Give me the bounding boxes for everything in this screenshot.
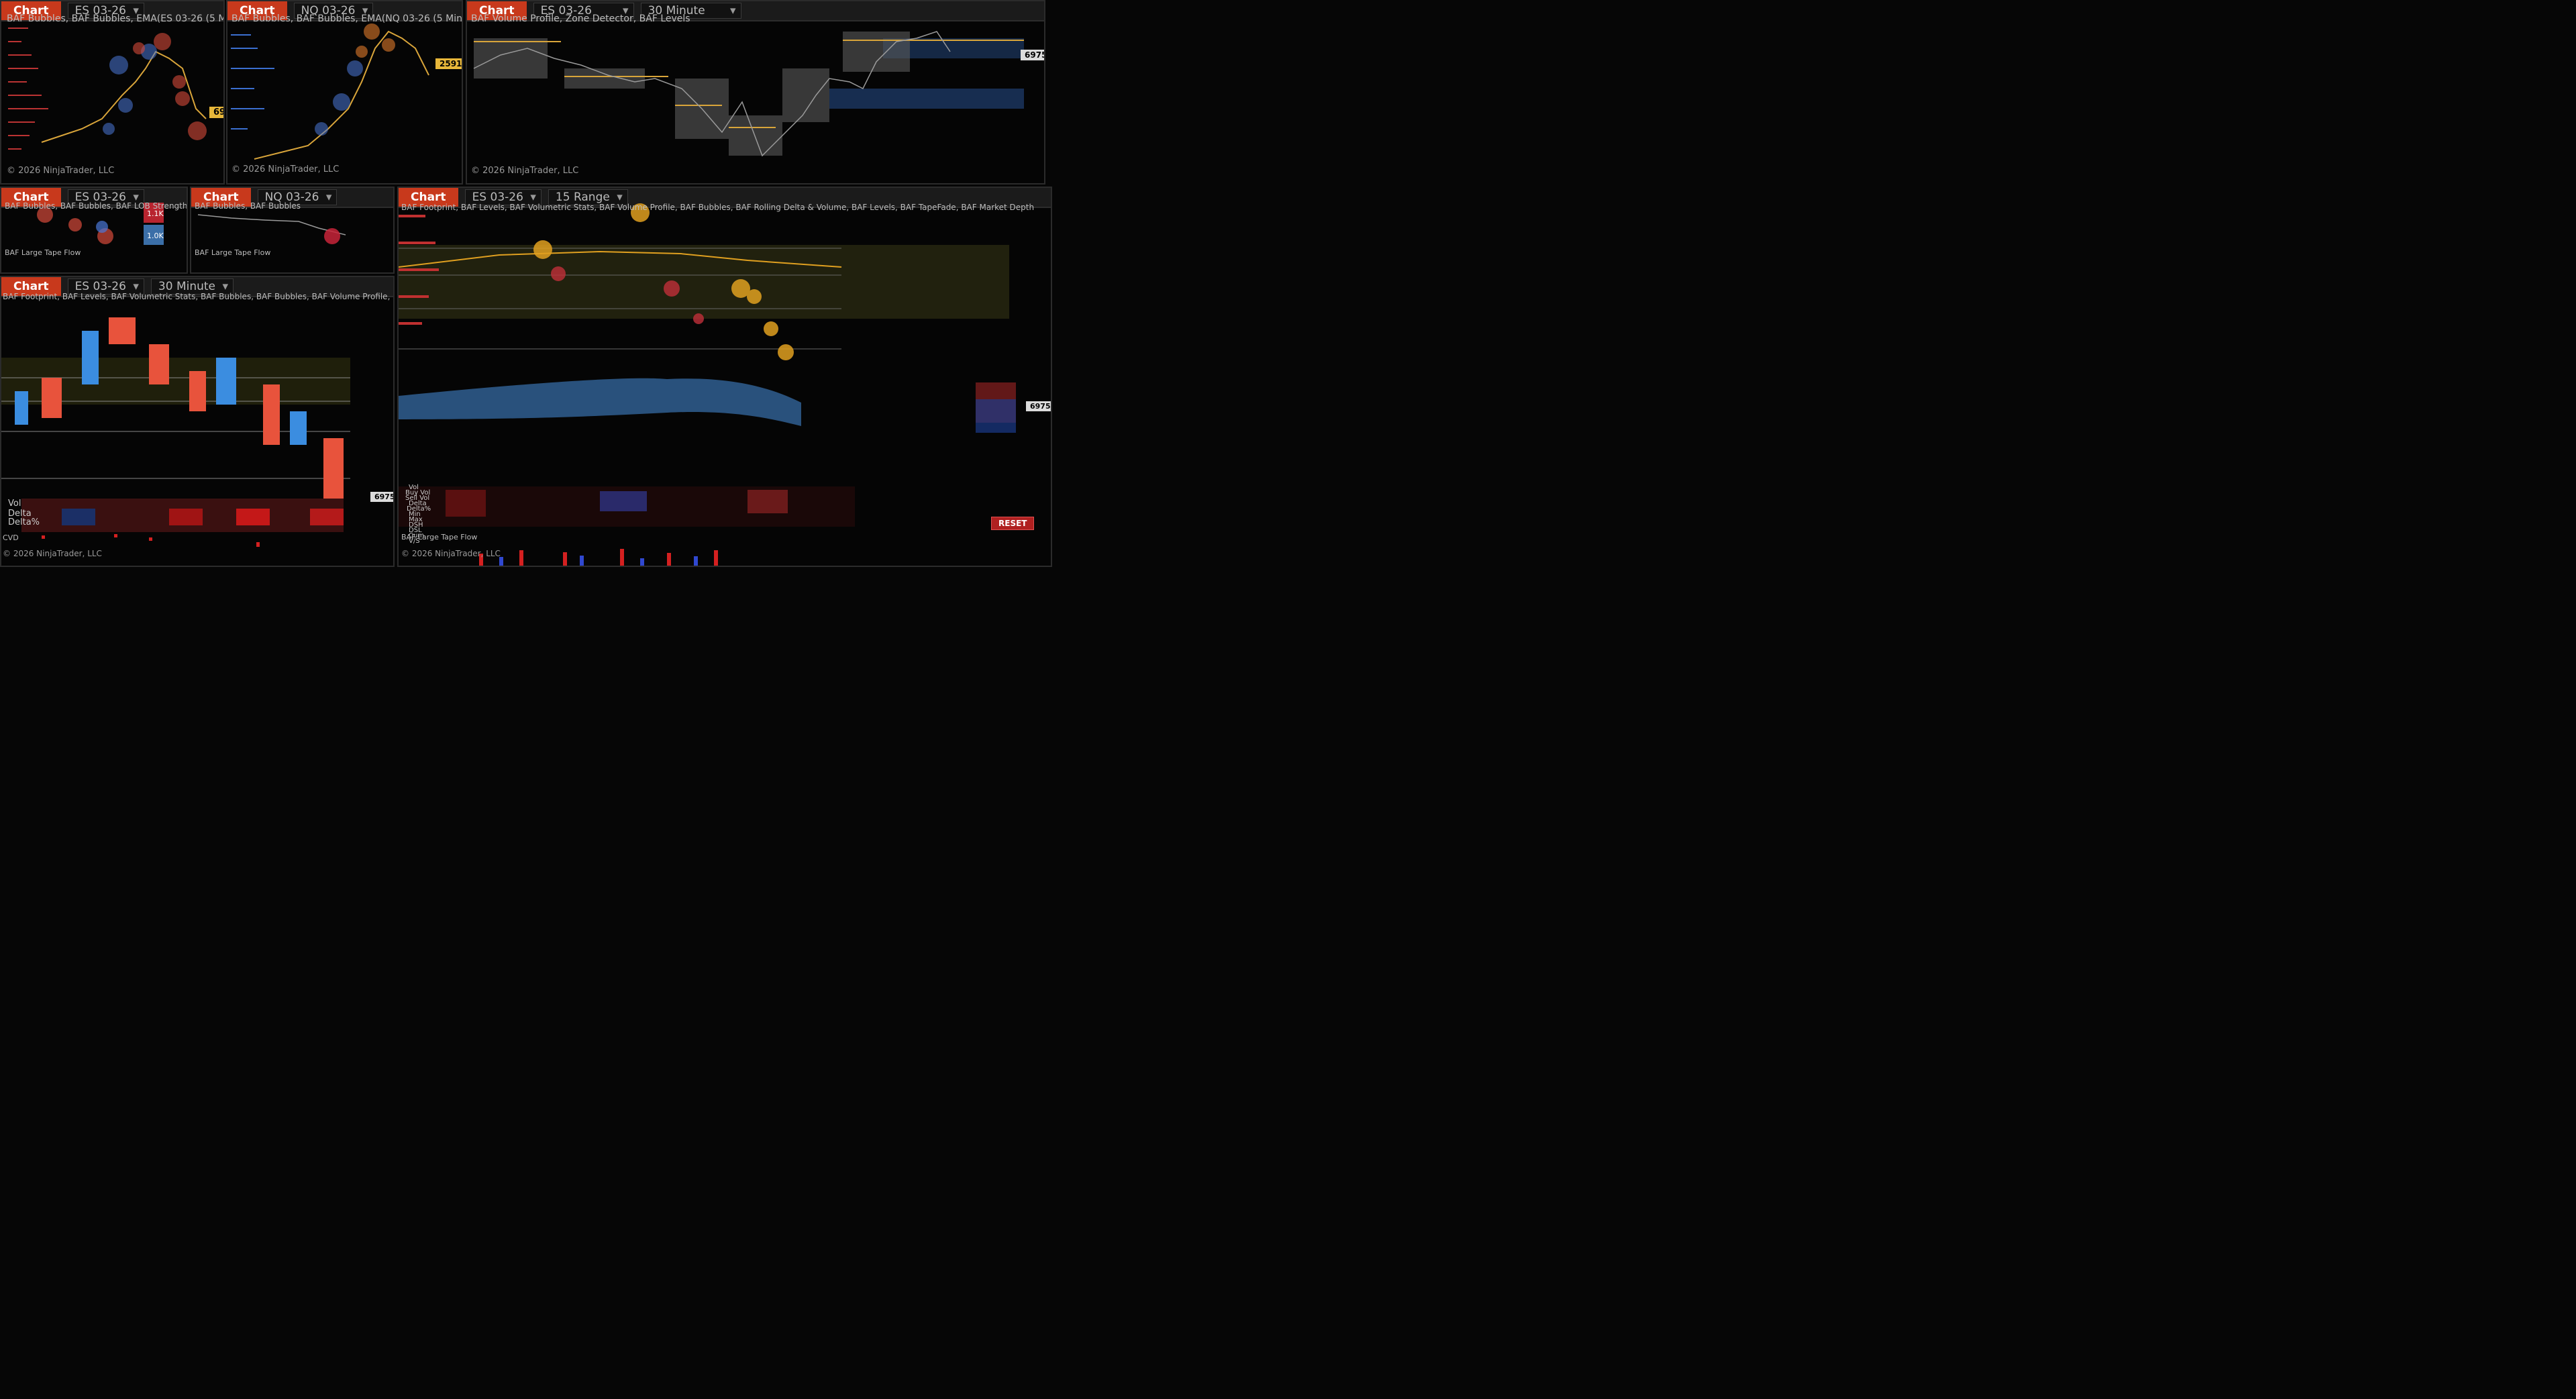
sub-panel-title: CVD xyxy=(3,533,19,542)
indicator-legend: BAF Footprint, BAF Levels, BAF Volumetri… xyxy=(401,203,1035,212)
copyright: © 2026 NinjaTrader, LLC xyxy=(7,166,115,176)
last-price-tag: 6975.00 xyxy=(1021,50,1044,60)
chart-canvas[interactable] xyxy=(227,1,463,185)
copyright: © 2026 NinjaTrader, LLC xyxy=(3,549,102,558)
copyright: © 2026 NinjaTrader, LLC xyxy=(401,549,501,558)
indicator-legend: BAF Footprint, BAF Levels, BAF Volumetri… xyxy=(3,292,393,301)
stats-label-delta-pct: Delta% xyxy=(8,517,40,527)
chart-window-es-15sec: Chart ES 03-26 BAF Bubbles, BAF Bubbles,… xyxy=(0,187,188,274)
chart-canvas[interactable] xyxy=(399,188,1052,567)
last-price-tag: 6975.00 xyxy=(370,492,393,502)
chart-window-es-30min-levels: Chart ES 03-26 30 Minute BAF Volume Prof… xyxy=(466,0,1045,185)
last-price-tag: 6984.8 xyxy=(209,107,223,118)
sub-panel-title: BAF Large Tape Flow xyxy=(5,248,81,257)
chart-window-es-15range: Chart ES 03-26 15 Range BAF Footprint, B… xyxy=(397,187,1052,567)
sub-panel-title: BAF Large Tape Flow xyxy=(401,533,478,541)
chart-window-nq-5min: Chart NQ 03-26 BAF Bubbles, BAF Bubbles,… xyxy=(226,0,463,185)
indicator-legend: BAF Bubbles, BAF Bubbles xyxy=(195,201,301,211)
lob-bid-strength: 1.0K xyxy=(147,231,164,240)
indicator-legend: BAF Volume Profile, Zone Detector, BAF L… xyxy=(471,13,690,24)
indicator-legend: BAF Bubbles, BAF Bubbles, EMA(NQ 03-26 (… xyxy=(231,13,462,24)
chart-canvas[interactable] xyxy=(1,277,395,567)
copyright: © 2026 NinjaTrader, LLC xyxy=(231,164,340,174)
chart-window-es-5min: Chart ES 03-26 BAF Bubbles, BAF Bubbles,… xyxy=(0,0,225,185)
indicator-legend: BAF Bubbles, BAF Bubbles, EMA(ES 03-26 (… xyxy=(7,13,223,24)
last-price-tag: 25917.55 xyxy=(435,58,462,69)
sub-panel-title: BAF Large Tape Flow xyxy=(195,248,271,257)
chart-canvas[interactable] xyxy=(467,1,1045,185)
chart-window-es-30min-footprint: Chart ES 03-26 30 Minute BAF Footprint, … xyxy=(0,276,395,567)
copyright: © 2026 NinjaTrader, LLC xyxy=(471,166,579,176)
last-price-tag: 6975.00 xyxy=(1026,401,1051,411)
reset-button[interactable]: RESET xyxy=(991,517,1035,530)
chart-window-nq-15sec: Chart NQ 03-26 BAF Bubbles, BAF Bubbles … xyxy=(190,187,395,274)
stats-label-vol: Vol xyxy=(8,499,21,509)
lob-ask-strength: 1.1K xyxy=(147,209,164,218)
chart-canvas[interactable] xyxy=(1,1,225,185)
